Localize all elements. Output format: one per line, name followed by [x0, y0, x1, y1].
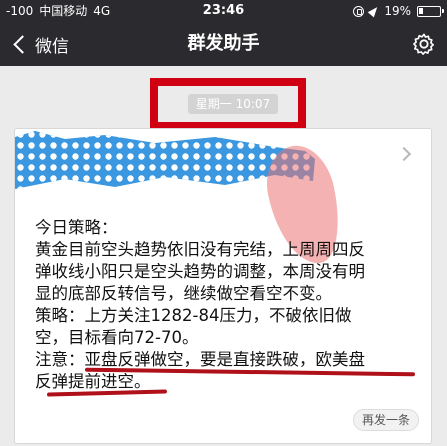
status-right: 19% [353, 0, 444, 22]
message-body: 今日策略： 黄金目前空头趋势依旧没有完结，上周周四反 弹收线小阳只是空头趋势的调… [35, 217, 425, 349]
page-title: 群发助手 [187, 33, 260, 54]
message-line: 策略：上方关注1282-84压力，不破依旧做 [35, 306, 352, 325]
message-timestamp: 星期一 10:07 [188, 94, 278, 114]
message-line: 黄金目前空头趋势依旧没有完结，上周周四反 [35, 240, 365, 259]
message-line: 空，目标看向72-70。 [35, 328, 199, 347]
timestamp-highlight: 星期一 10:07 [150, 78, 306, 130]
message-line: 今日策略： [35, 218, 118, 237]
article-banner-image [15, 131, 315, 189]
header-bar: -100 中国移动 4G 23:46 19% 微信 群发助手 [0, 0, 447, 66]
location-icon [370, 6, 378, 16]
resend-button[interactable]: 再发一条 [352, 409, 419, 431]
message-line: 弹收线小阳只是空头趋势的调整，本周没有明 [35, 262, 365, 281]
navigation-bar: 微信 群发助手 [0, 22, 447, 66]
status-bar: -100 中国移动 4G 23:46 19% [0, 0, 447, 22]
message-line: 显的底部反转信号，继续做空看空不变。 [35, 284, 332, 303]
gear-icon[interactable] [413, 33, 435, 55]
battery-icon [417, 5, 444, 17]
message-card[interactable]: 今日策略： 黄金目前空头趋势依旧没有完结，上周周四反 弹收线小阳只是空头趋势的调… [14, 128, 432, 444]
orientation-lock-icon [353, 5, 365, 17]
battery-percent: 19% [384, 4, 411, 18]
